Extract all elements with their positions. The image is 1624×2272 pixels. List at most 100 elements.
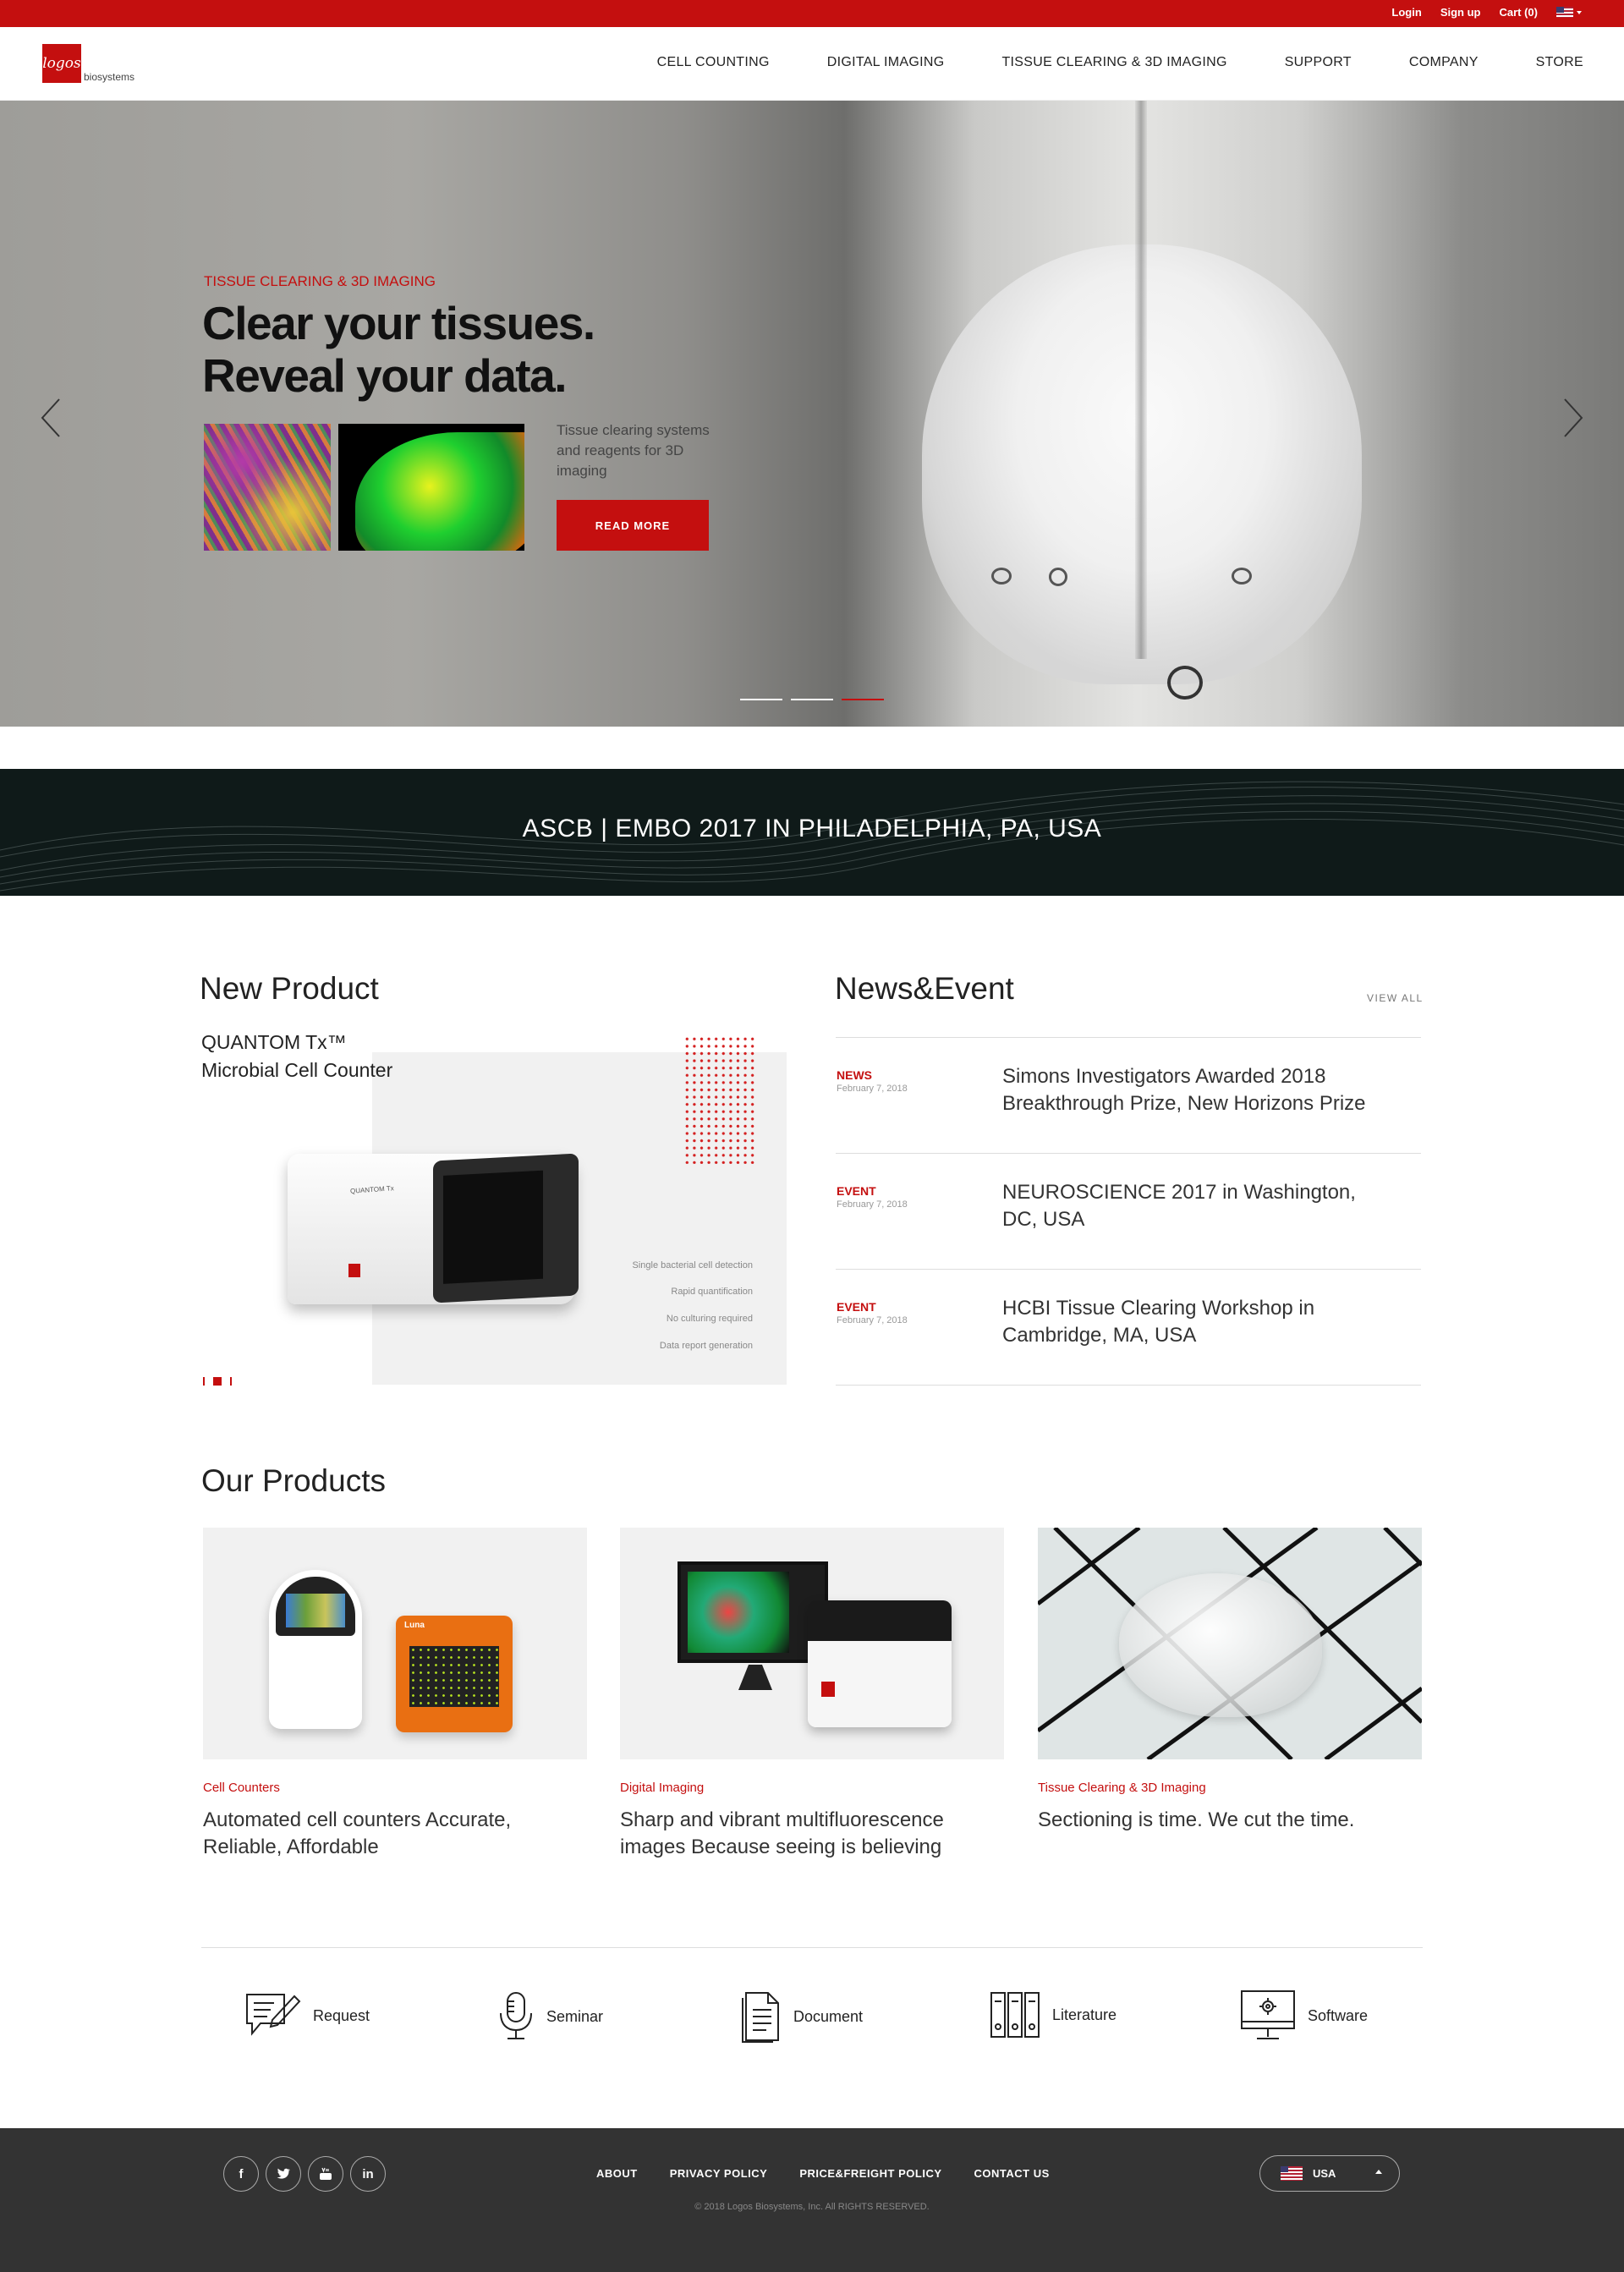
new-product-pager [203,1377,232,1386]
news-item[interactable]: NEWS February 7, 2018 Simons Investigato… [836,1038,1421,1153]
signup-link[interactable]: Sign up [1440,6,1481,19]
bubble [1167,666,1203,700]
carousel-prev-icon[interactable] [36,392,69,443]
resource-label: Literature [1052,2006,1117,2023]
carousel-dot-2[interactable] [791,699,833,700]
nav-digital-imaging[interactable]: DIGITAL IMAGING [827,55,945,70]
monitor [678,1561,828,1663]
resource-literature[interactable]: Literature [990,1989,1116,2040]
news-date: February 7, 2018 [837,1084,908,1094]
new-product-heading: New Product [200,971,379,1006]
hero-title-line2: Reveal your data. [202,349,567,402]
footer-link-contact[interactable]: CONTACT US [974,2167,1050,2180]
linkedin-icon[interactable]: in [350,2156,386,2192]
new-product-name-line2: Microbial Cell Counter [201,1059,393,1081]
resource-label: Request [313,2006,370,2024]
nav-tissue-clearing[interactable]: TISSUE CLEARING & 3D IMAGING [1001,55,1226,70]
pager-item[interactable] [230,1377,232,1386]
locale-selector[interactable] [1556,7,1582,18]
nav-support[interactable]: SUPPORT [1285,55,1352,70]
footer-link-privacy[interactable]: PRIVACY POLICY [670,2167,768,2180]
product-card-cell-counters[interactable]: Luna Cell Counters Automated cell counte… [203,1528,587,1861]
footer-link-about[interactable]: ABOUT [596,2167,638,2180]
logo[interactable]: logos biosystems [42,44,134,83]
device-screen [433,1153,579,1303]
carousel-dot-3[interactable] [842,699,884,700]
facebook-icon[interactable]: f [223,2156,259,2192]
resource-document[interactable]: Document [741,1989,863,2044]
product-card-digital-imaging[interactable]: Digital Imaging Sharp and vibrant multif… [620,1528,1004,1861]
news-date: February 7, 2018 [837,1315,908,1325]
bubble [991,568,1012,584]
copyright: © 2018 Logos Biosystems, Inc. All RIGHTS… [694,2202,930,2212]
nav-cell-counting[interactable]: CELL COUNTING [657,55,770,70]
hero-title: Clear your tissues. Reveal your data. [202,297,676,402]
binders-icon [990,1992,1040,2038]
product-description: Sharp and vibrant multifluorescence imag… [620,1808,944,1858]
product-category[interactable]: Cell Counters [203,1781,587,1795]
us-flag-icon [1556,7,1573,18]
view-all-link[interactable]: VIEW ALL [1367,992,1424,1004]
resource-software[interactable]: Software [1240,1989,1368,2042]
resource-seminar[interactable]: Seminar [497,1989,603,2044]
news-title[interactable]: HCBI Tissue Clearing Workshop in Cambrid… [1002,1295,1391,1349]
caret-down-icon [1577,10,1582,14]
hero-carousel: TISSUE CLEARING & 3D IMAGING Clear your … [0,101,1624,727]
divider [201,1947,1423,1948]
divider [836,1385,1421,1386]
tissue-clearing-image [1038,1528,1422,1759]
news-item[interactable]: EVENT February 7, 2018 HCBI Tissue Clear… [836,1270,1421,1385]
news-title[interactable]: NEUROSCIENCE 2017 in Washington, DC, USA [1002,1179,1391,1233]
cell-counters-image: Luna [203,1528,587,1759]
hero-description: Tissue clearing systems and reagents for… [557,422,710,479]
region-label: USA [1313,2167,1336,2180]
request-form-icon [246,1994,301,2036]
our-products-heading: Our Products [201,1463,386,1498]
pager-item-active[interactable] [213,1377,222,1386]
resource-label: Software [1308,2006,1369,2024]
product-description: Sectioning is time. We cut the time. [1038,1808,1355,1831]
bubble [1232,568,1252,584]
news-item[interactable]: EVENT February 7, 2018 NEUROSCIENCE 2017… [836,1154,1421,1269]
tissue-micrograph-1 [204,424,331,551]
cleared-tissue [1119,1573,1322,1717]
news-type: EVENT [837,1300,876,1314]
region-selector[interactable]: USA [1259,2155,1400,2192]
counter-device-white [269,1570,362,1729]
read-more-button[interactable]: READ MORE [557,500,709,551]
nav-company[interactable]: COMPANY [1409,55,1479,70]
monitor-gear-icon [1241,1990,1295,2039]
new-product-name-line1: QUANTOM Tx™ [201,1031,347,1053]
product-card-tissue-clearing[interactable]: Tissue Clearing & 3D Imaging Sectioning … [1038,1528,1422,1834]
news-title[interactable]: Simons Investigators Awarded 2018 Breakt… [1002,1063,1391,1117]
news-type: EVENT [837,1184,876,1198]
youtube-icon[interactable] [308,2156,343,2192]
top-utility-bar: Login Sign up Cart (0) [0,0,1624,27]
main-nav: CELL COUNTING DIGITAL IMAGING TISSUE CLE… [657,55,1583,70]
microscope-device [808,1600,952,1727]
product-category[interactable]: Tissue Clearing & 3D Imaging [1038,1781,1422,1795]
twitter-icon[interactable] [266,2156,301,2192]
logo-mark: logos [42,44,81,83]
hero-category: TISSUE CLEARING & 3D IMAGING [204,273,436,289]
product-category[interactable]: Digital Imaging [620,1781,1004,1795]
caret-up-icon [1375,2170,1382,2174]
tissue-micrograph-2 [338,424,524,551]
footer-link-price-freight[interactable]: PRICE&FREIGHT POLICY [799,2167,941,2180]
carousel-dot-1[interactable] [740,699,782,700]
carousel-next-icon[interactable] [1555,392,1588,443]
cart-link[interactable]: Cart (0) [1499,6,1538,19]
digital-imaging-image [620,1528,1004,1759]
device-brand: Luna [404,1621,425,1630]
feature-3: No culturing required [666,1314,753,1324]
nav-store[interactable]: STORE [1536,55,1583,70]
bubble [1049,568,1067,586]
pager-item[interactable] [203,1377,205,1386]
new-product-name[interactable]: QUANTOM Tx™ Microbial Cell Counter [201,1029,392,1084]
logo-text: biosystems [84,71,135,83]
login-link[interactable]: Login [1391,6,1421,19]
youtube-logo-icon [320,2167,332,2180]
resource-request[interactable]: Request [244,1989,370,2042]
event-banner[interactable]: ASCB | EMBO 2017 IN PHILADELPHIA, PA, US… [0,769,1624,896]
hero-title-line1: Clear your tissues. [202,297,595,349]
